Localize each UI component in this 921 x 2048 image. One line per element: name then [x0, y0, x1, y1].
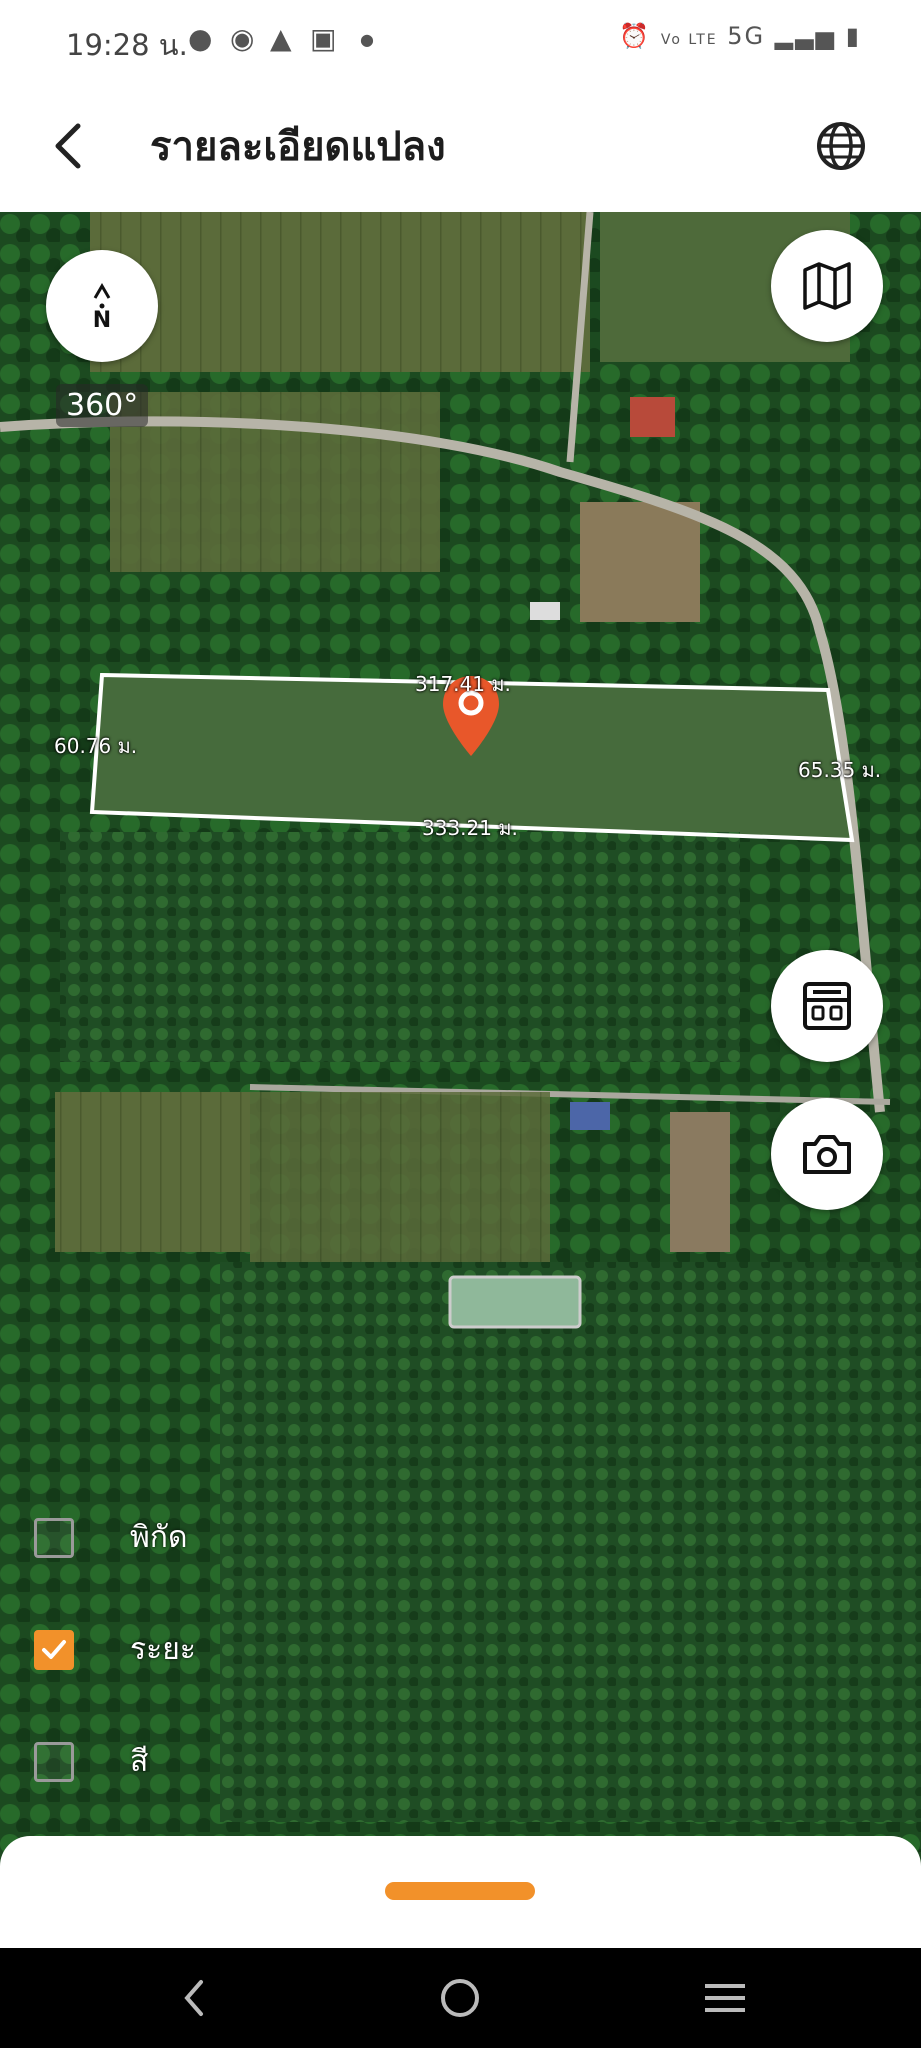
globe-button[interactable]	[813, 118, 869, 174]
distance-label: ระยะ	[130, 1632, 196, 1667]
globe-icon	[817, 122, 865, 170]
status-right: ⏰ Vo LTE 5G ▂▃▅ ▮	[619, 22, 861, 50]
messenger-icon: ◉	[230, 22, 255, 55]
back-arrow-icon	[55, 123, 81, 169]
option-distance[interactable]: ระยะ	[34, 1626, 196, 1673]
volte-icon: Vo LTE	[660, 32, 718, 48]
nav-back-button[interactable]	[165, 1972, 225, 2024]
status-time: 19:28 น.	[66, 28, 188, 62]
plot-left-length: 60.76 ม.	[54, 734, 138, 758]
color-checkbox[interactable]	[34, 1741, 74, 1782]
alarm-icon: ⏰	[619, 22, 652, 50]
mail-icon: ▣	[310, 22, 337, 55]
coordinates-label: พิกัด	[130, 1520, 188, 1555]
color-label: สี	[130, 1744, 149, 1779]
page-title: รายละเอียดแปลง	[150, 124, 446, 170]
heading-badge[interactable]: 360°	[56, 384, 149, 427]
sheet-drag-handle[interactable]	[385, 1882, 535, 1900]
nav-recents-icon	[705, 1984, 745, 2012]
option-coordinates[interactable]: พิกัด	[34, 1514, 187, 1561]
plot-top-length: 317.41 ม.	[415, 672, 511, 696]
chat-icon: ●	[188, 22, 213, 55]
calculator-button[interactable]	[771, 950, 883, 1062]
compass-icon	[93, 283, 111, 309]
camera-icon	[803, 1135, 851, 1174]
compass-north-label: N	[92, 308, 112, 333]
calculator-icon	[803, 982, 851, 1030]
bottom-sheet[interactable]	[0, 1836, 921, 1948]
option-color[interactable]: สี	[34, 1738, 148, 1785]
distance-checkbox[interactable]	[34, 1629, 74, 1670]
checkmark-icon	[42, 1639, 66, 1659]
app-header: รายละเอียดแปลง	[0, 84, 921, 212]
nav-home-icon	[441, 1979, 479, 2017]
compass-button[interactable]: N	[46, 250, 158, 362]
plot-right-length: 65.35 ม.	[798, 758, 882, 782]
nav-back-icon	[184, 1980, 203, 2016]
map-layer-button[interactable]	[771, 230, 883, 342]
dot-icon: ●	[360, 30, 374, 49]
back-button[interactable]	[40, 114, 104, 178]
system-nav-bar	[0, 1948, 921, 2048]
map-icon	[803, 262, 851, 310]
signal-icon: ▂▃▅	[774, 22, 837, 50]
coordinates-checkbox[interactable]	[34, 1517, 74, 1558]
network-type: 5G	[727, 22, 766, 50]
nav-recents-button[interactable]	[695, 1972, 755, 2024]
satellite-map[interactable]: N 360° 317.41 ม. 333.21 ม. 60.76 ม. 65.3…	[0, 212, 921, 1852]
status-bar: 19:28 น. ● ◉ ▲ ▣ ● ⏰ Vo LTE 5G ▂▃▅ ▮	[0, 0, 921, 84]
camera-button[interactable]	[771, 1098, 883, 1210]
plot-bottom-length: 333.21 ม.	[422, 816, 518, 840]
warning-icon: ▲	[270, 22, 292, 55]
nav-home-button[interactable]	[430, 1972, 490, 2024]
battery-icon: ▮	[845, 22, 861, 50]
